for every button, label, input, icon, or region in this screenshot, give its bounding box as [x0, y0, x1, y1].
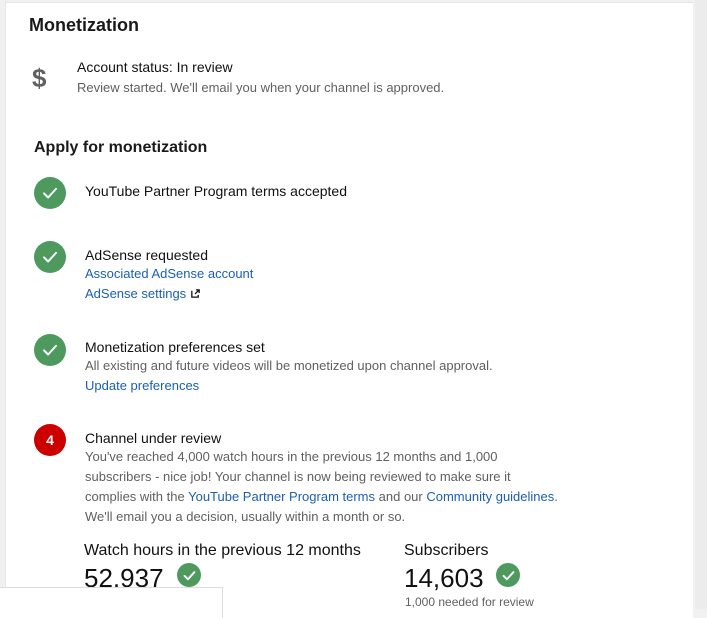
page-title: Monetization	[29, 15, 139, 35]
bottom-panel	[0, 587, 223, 618]
subscribers-note: 1,000 needed for review	[405, 595, 534, 609]
associated-adsense-link[interactable]: Associated AdSense account	[85, 264, 605, 284]
check-icon	[34, 177, 66, 209]
partner-program-terms-link[interactable]: YouTube Partner Program terms	[188, 489, 375, 504]
subscribers-label: Subscribers	[404, 542, 489, 559]
step-description: You've reached 4,000 watch hours in the …	[85, 449, 558, 524]
dollar-icon: $	[32, 63, 47, 93]
subscribers-check-icon	[496, 563, 520, 587]
step-description: All existing and future videos will be m…	[85, 358, 493, 373]
watch-hours-check-icon	[177, 563, 201, 587]
community-guidelines-link[interactable]: Community guidelines	[426, 489, 554, 504]
update-preferences-link[interactable]: Update preferences	[85, 376, 605, 396]
account-status-title: Account status: In review	[77, 59, 233, 75]
step-number-badge: 4	[34, 424, 66, 456]
external-link-icon	[191, 289, 200, 298]
monetization-card: Monetization $ Account status: In review…	[5, 2, 693, 618]
check-icon	[34, 334, 66, 366]
check-icon	[34, 241, 66, 273]
step-title: Monetization preferences set	[85, 339, 265, 355]
scrollbar[interactable]	[695, 0, 707, 609]
step-title: Channel under review	[85, 430, 222, 446]
adsense-settings-link[interactable]: AdSense settings	[85, 284, 605, 304]
account-status-description: Review started. We'll email you when you…	[77, 80, 445, 95]
adsense-settings-label: AdSense settings	[85, 286, 187, 301]
watch-hours-label: Watch hours in the previous 12 months	[84, 542, 361, 559]
step-title: YouTube Partner Program terms accepted	[85, 183, 347, 199]
subscribers-value: 14,603	[404, 563, 484, 593]
apply-section-title: Apply for monetization	[34, 139, 208, 156]
step-title: AdSense requested	[85, 247, 208, 263]
